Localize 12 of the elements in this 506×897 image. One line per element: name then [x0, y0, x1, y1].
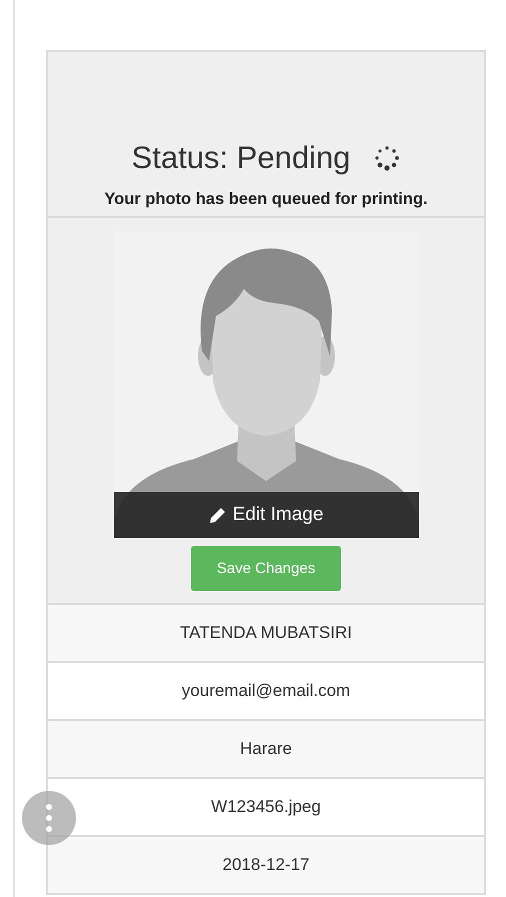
edit-image-button[interactable]: Edit Image	[114, 492, 418, 538]
detail-row: TATENDA MUBATSIRI	[48, 605, 484, 663]
detail-row: youremail@email.com	[48, 663, 484, 721]
detail-row: W123456.jpeg	[48, 779, 484, 837]
pencil-icon	[208, 506, 227, 524]
status-title: Status: Pending	[132, 140, 350, 176]
detail-row: Harare	[48, 721, 484, 779]
vertical-dots-icon	[45, 803, 53, 833]
detail-row: 2018-12-17	[48, 837, 484, 895]
more-options-button[interactable]	[22, 791, 76, 845]
loading-spinner-icon	[374, 145, 400, 171]
status-message: Your photo has been queued for printing.	[104, 190, 428, 209]
